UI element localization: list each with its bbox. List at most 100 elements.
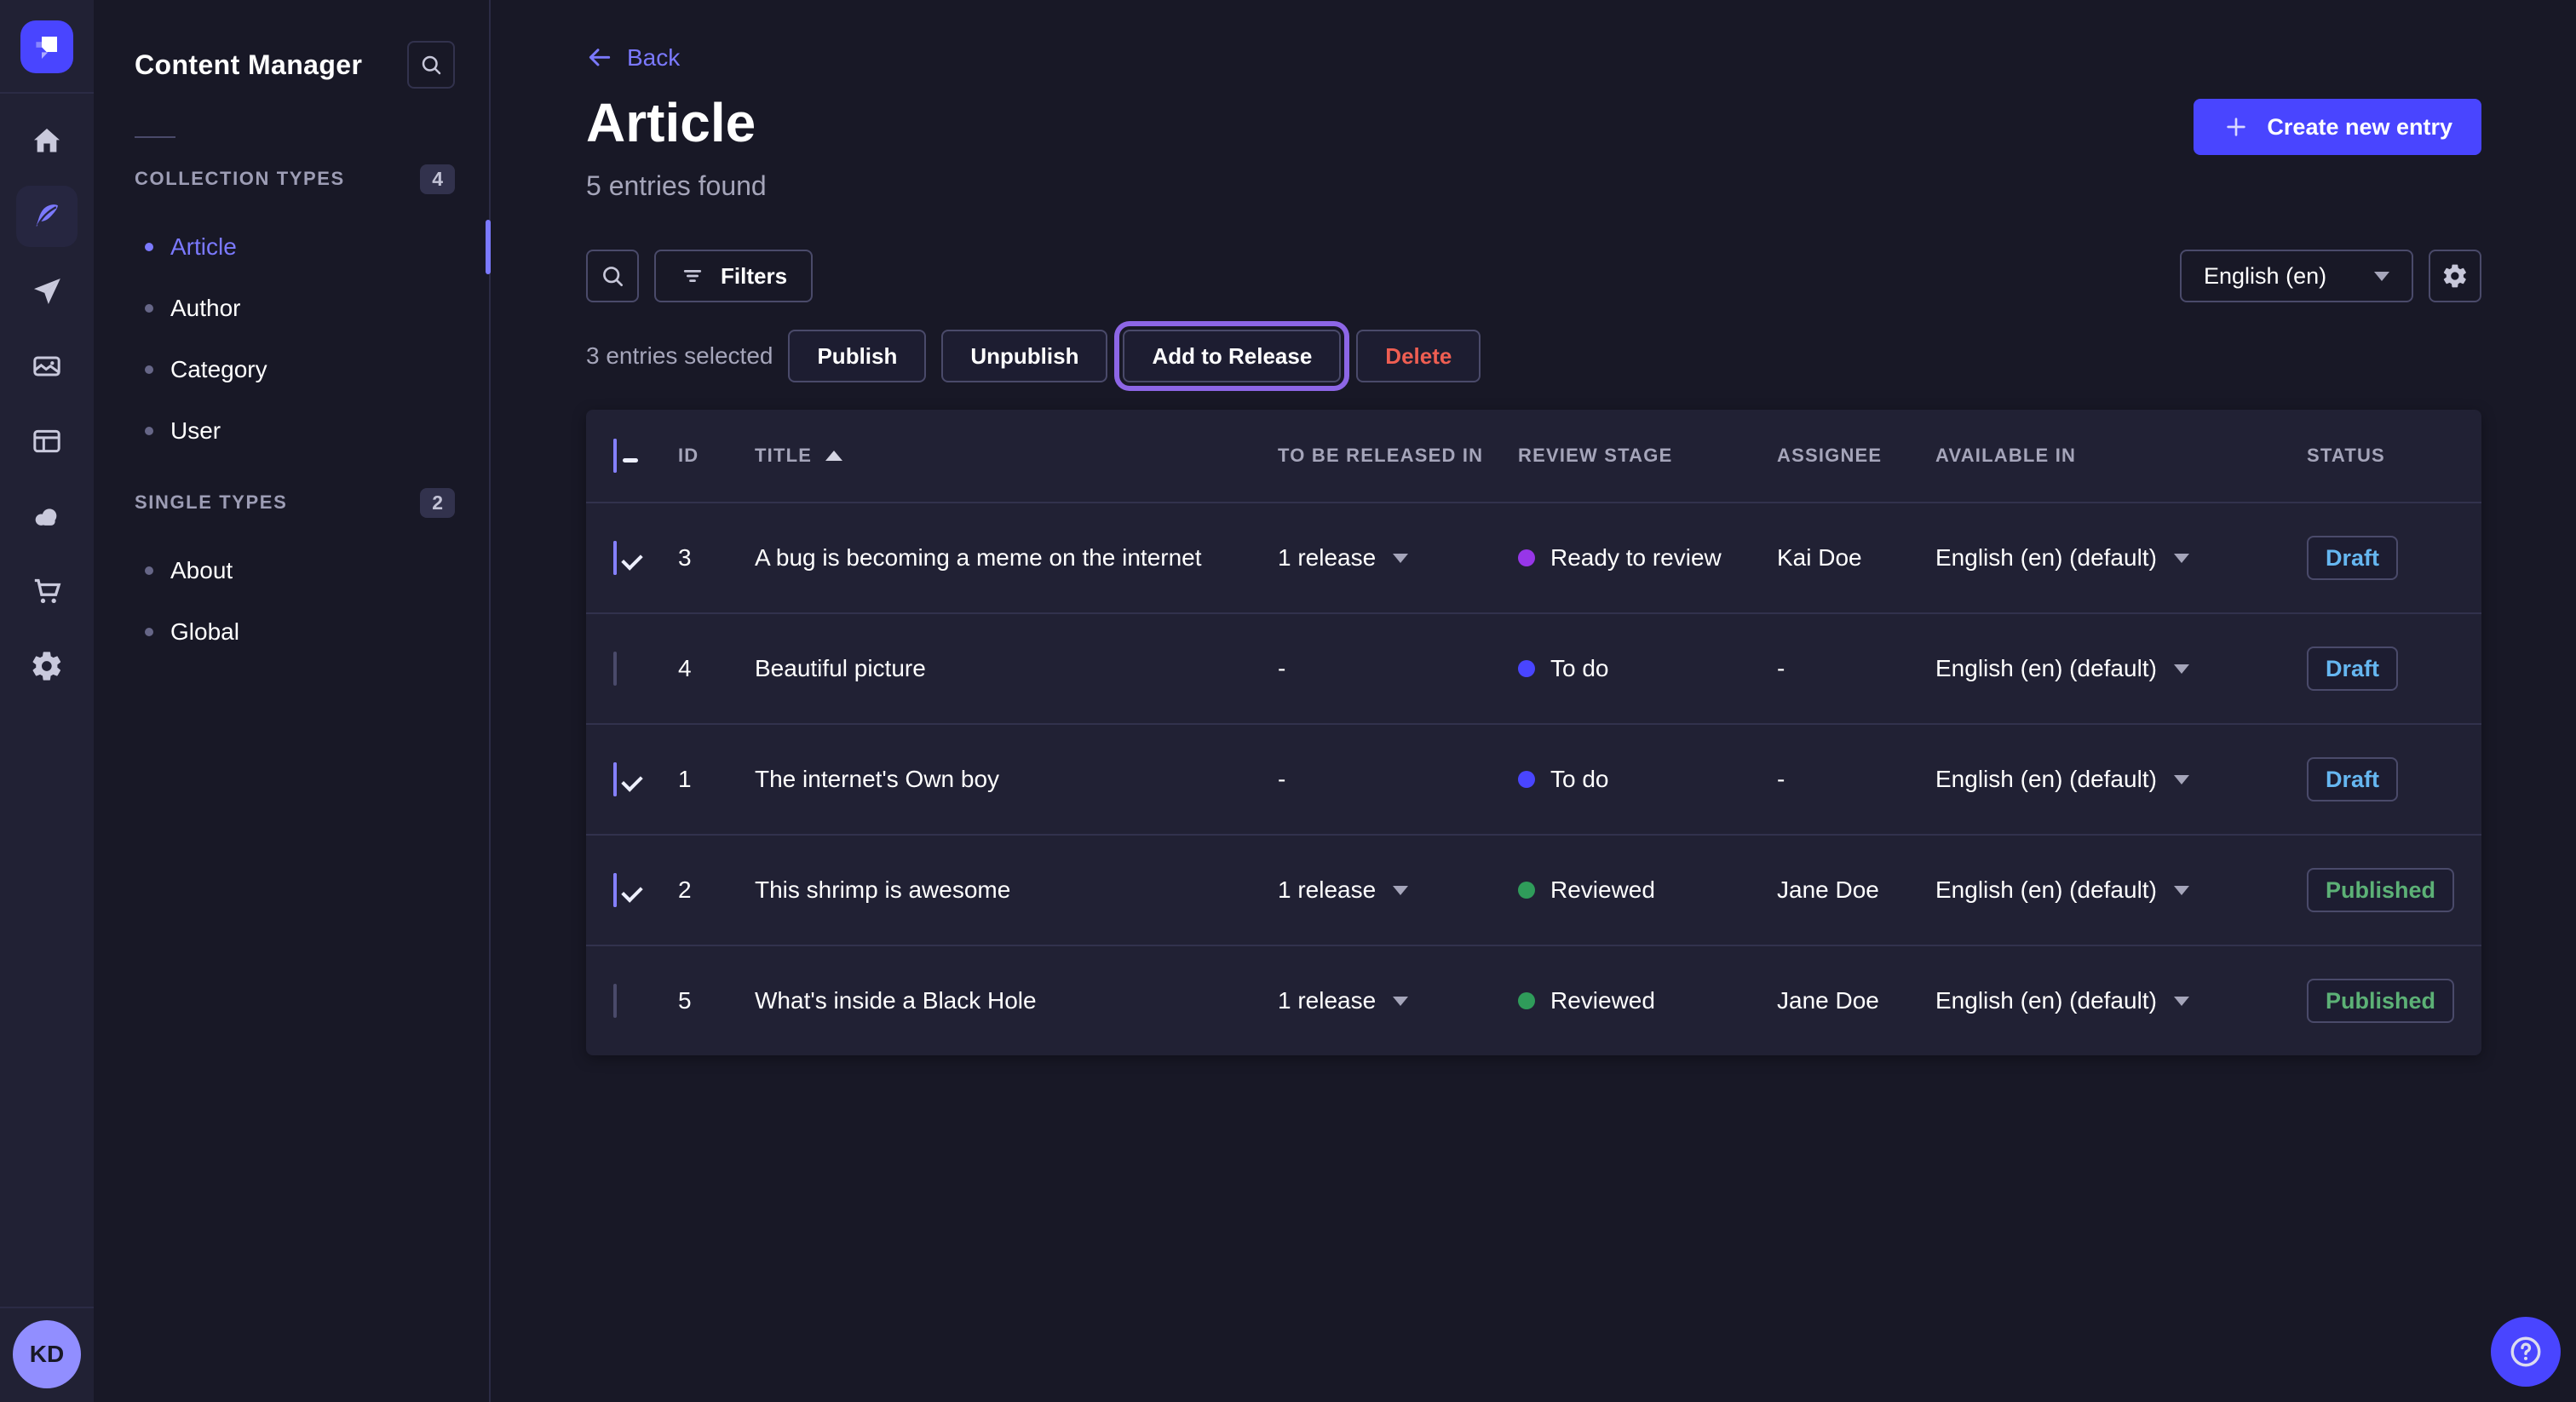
chevron-down-icon: [2374, 272, 2389, 281]
cell-title: The internet's Own boy: [755, 766, 1278, 793]
unpublish-button[interactable]: Unpublish: [941, 330, 1107, 382]
cell-review-stage: To do: [1518, 655, 1777, 682]
row-checkbox[interactable]: [613, 873, 617, 907]
search-button[interactable]: [586, 250, 639, 302]
status-badge: Draft: [2307, 646, 2398, 691]
help-button[interactable]: [2491, 1317, 2561, 1387]
cell-available-in[interactable]: English (en) (default): [1935, 766, 2307, 793]
strapi-logo[interactable]: [20, 20, 73, 73]
releases-paper-plane-icon[interactable]: [16, 261, 78, 322]
sidebar-item-author[interactable]: Author: [94, 278, 489, 339]
sidebar: Content Manager COLLECTION TYPES 4 Artic…: [94, 0, 491, 1402]
app-root: KD Content Manager COLLECTION TYPES 4 Ar…: [0, 0, 2576, 1402]
sidebar-item-label: Author: [170, 295, 241, 322]
release-value: 1 release: [1278, 987, 1376, 1014]
cell-available-in[interactable]: English (en) (default): [1935, 876, 2307, 904]
table-row[interactable]: 4 Beautiful picture - To do - English (e…: [586, 612, 2481, 723]
stage-dot-icon: [1518, 549, 1535, 566]
chevron-down-icon: [2174, 775, 2189, 784]
arrow-left-icon: [586, 44, 613, 72]
bullet-icon: [145, 427, 153, 435]
delete-button[interactable]: Delete: [1356, 330, 1481, 382]
table-row[interactable]: 5 What's inside a Black Hole 1 release R…: [586, 945, 2481, 1055]
bullet-icon: [145, 365, 153, 374]
locale-value: English (en) (default): [1935, 987, 2157, 1014]
status-badge: Published: [2307, 868, 2454, 912]
column-header-id: ID: [678, 445, 755, 467]
cell-to-be-released-in[interactable]: 1 release: [1278, 544, 1518, 572]
section-count-badge: 4: [420, 164, 455, 194]
content-manager-feather-icon[interactable]: [16, 186, 78, 247]
stage-value: Reviewed: [1550, 987, 1655, 1014]
row-checkbox[interactable]: [613, 762, 617, 796]
chevron-down-icon: [1393, 886, 1408, 895]
cell-available-in[interactable]: English (en) (default): [1935, 655, 2307, 682]
sort-ascending-icon: [825, 451, 842, 461]
cell-available-in[interactable]: English (en) (default): [1935, 987, 2307, 1014]
media-library-images-icon[interactable]: [16, 336, 78, 397]
column-header-title[interactable]: TITLE: [755, 445, 1278, 467]
chevron-down-icon: [2174, 997, 2189, 1006]
settings-gear-icon[interactable]: [16, 635, 78, 697]
table-row[interactable]: 1 The internet's Own boy - To do - Engli…: [586, 723, 2481, 834]
back-link[interactable]: Back: [586, 44, 680, 72]
create-new-entry-button[interactable]: Create new entry: [2194, 99, 2481, 155]
release-value: 1 release: [1278, 544, 1376, 572]
row-checkbox[interactable]: [613, 541, 617, 575]
select-all-checkbox[interactable]: [613, 439, 617, 473]
section-label: SINGLE TYPES: [135, 491, 287, 514]
selection-button-label: Delete: [1385, 343, 1452, 369]
chevron-down-icon: [2174, 554, 2189, 563]
cell-to-be-released-in[interactable]: 1 release: [1278, 987, 1518, 1014]
sidebar-item-label: Article: [170, 233, 237, 261]
chevron-down-icon: [1393, 554, 1408, 563]
sidebar-item-label: About: [170, 557, 233, 584]
sidebar-search-button[interactable]: [407, 41, 455, 89]
cell-to-be-released-in[interactable]: 1 release: [1278, 876, 1518, 904]
sidebar-item-label: User: [170, 417, 221, 445]
sidebar-item-user[interactable]: User: [94, 400, 489, 462]
home-icon[interactable]: [16, 111, 78, 172]
avatar[interactable]: KD: [13, 1320, 81, 1388]
cell-assignee: Jane Doe: [1777, 876, 1935, 904]
deploy-cloud-icon[interactable]: [16, 486, 78, 547]
section-label: COLLECTION TYPES: [135, 168, 345, 190]
bullet-icon: [145, 628, 153, 636]
sidebar-item-category[interactable]: Category: [94, 339, 489, 400]
content-type-builder-layout-icon[interactable]: [16, 411, 78, 472]
cell-to-be-released-in[interactable]: -: [1278, 766, 1518, 793]
status-badge: Published: [2307, 979, 2454, 1023]
strapi-logo-icon: [20, 20, 73, 73]
cell-to-be-released-in[interactable]: -: [1278, 655, 1518, 682]
sidebar-item-global[interactable]: Global: [94, 601, 489, 663]
table-row[interactable]: 3 A bug is becoming a meme on the intern…: [586, 502, 2481, 612]
column-header-available-in: AVAILABLE IN: [1935, 445, 2307, 467]
sidebar-item-about[interactable]: About: [94, 540, 489, 601]
plus-icon: [2222, 113, 2250, 141]
row-checkbox[interactable]: [613, 984, 617, 1018]
locale-select[interactable]: English (en): [2180, 250, 2413, 302]
row-checkbox[interactable]: [613, 652, 617, 686]
view-settings-button[interactable]: [2429, 250, 2481, 302]
filters-button[interactable]: Filters: [654, 250, 813, 302]
cell-title: What's inside a Black Hole: [755, 987, 1278, 1014]
cell-id: 2: [678, 876, 755, 904]
rail-icon-list: [0, 111, 94, 697]
search-icon: [418, 52, 444, 78]
table-row[interactable]: 2 This shrimp is awesome 1 release Revie…: [586, 834, 2481, 945]
cell-id: 5: [678, 987, 755, 1014]
cell-available-in[interactable]: English (en) (default): [1935, 544, 2307, 572]
release-value: -: [1278, 655, 1285, 682]
sidebar-item-article[interactable]: Article: [94, 216, 489, 278]
marketplace-cart-icon[interactable]: [16, 560, 78, 622]
cell-title: This shrimp is awesome: [755, 876, 1278, 904]
cell-assignee: -: [1777, 766, 1935, 793]
sidebar-divider: [135, 136, 175, 138]
cell-assignee: Kai Doe: [1777, 544, 1935, 572]
section-list: Article Author Category User: [94, 216, 489, 462]
rail-bottom-divider: [0, 1307, 94, 1308]
cell-review-stage: Reviewed: [1518, 987, 1777, 1014]
add-to-release-button[interactable]: Add to Release: [1123, 330, 1341, 382]
publish-button[interactable]: Publish: [788, 330, 926, 382]
entries-table: ID TITLE TO BE RELEASED IN REVIEW STAGE …: [586, 410, 2481, 1055]
